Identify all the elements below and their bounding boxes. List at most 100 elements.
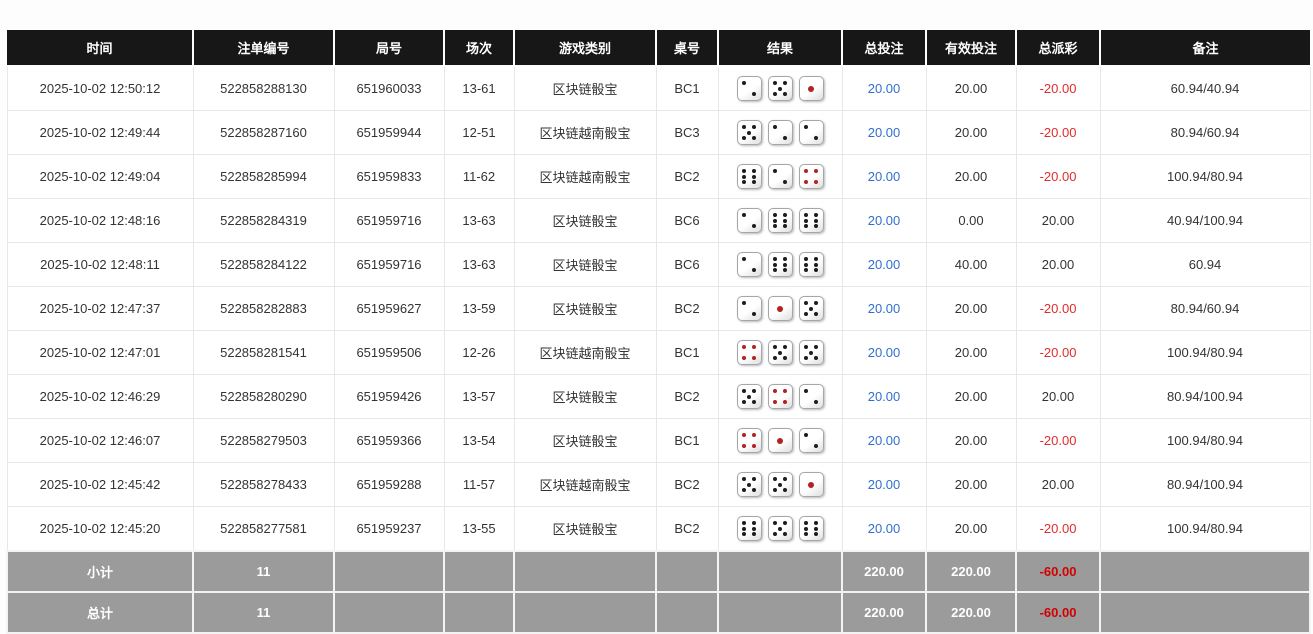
cell-bet-id: 522858278433 <box>193 463 334 507</box>
cell-game-type: 区块链骰宝 <box>514 199 656 243</box>
cell-summary-round-id <box>334 592 444 633</box>
cell-payout: -20.00 <box>1016 66 1100 111</box>
cell-summary-label: 小计 <box>7 551 193 592</box>
total-bet-link[interactable]: 20.00 <box>868 81 901 96</box>
cell-payout: -20.00 <box>1016 331 1100 375</box>
die-face-2-icon <box>799 428 824 453</box>
column-header-result: 结果 <box>718 30 842 66</box>
cell-session: 13-61 <box>444 66 514 111</box>
die-face-5-icon <box>737 120 762 145</box>
die-face-5-icon <box>768 516 793 541</box>
cell-result <box>718 507 842 552</box>
cell-total-bet: 20.00 <box>842 66 926 111</box>
cell-result <box>718 463 842 507</box>
cell-valid-bet: 20.00 <box>926 111 1016 155</box>
cell-session: 13-63 <box>444 199 514 243</box>
table-row: 2025-10-02 12:50:12522858288130651960033… <box>7 66 1310 111</box>
total-bet-link[interactable]: 20.00 <box>868 169 901 184</box>
total-bet-link[interactable]: 20.00 <box>868 433 901 448</box>
cell-time: 2025-10-02 12:47:37 <box>7 287 193 331</box>
summary-row: 小计11220.00220.00-60.00 <box>7 551 1310 592</box>
column-header-game-type: 游戏类别 <box>514 30 656 66</box>
cell-total-bet: 20.00 <box>842 375 926 419</box>
cell-session: 12-26 <box>444 331 514 375</box>
die-face-2-icon <box>799 384 824 409</box>
cell-table-no: BC1 <box>656 419 718 463</box>
cell-summary-count: 11 <box>193 592 334 633</box>
total-bet-link[interactable]: 20.00 <box>868 301 901 316</box>
total-bet-link[interactable]: 20.00 <box>868 521 901 536</box>
cell-game-type: 区块链骰宝 <box>514 507 656 552</box>
table-row: 2025-10-02 12:47:37522858282883651959627… <box>7 287 1310 331</box>
cell-payout: -20.00 <box>1016 287 1100 331</box>
cell-total-bet: 20.00 <box>842 287 926 331</box>
cell-round-id: 651959288 <box>334 463 444 507</box>
table-row: 2025-10-02 12:48:11522858284122651959716… <box>7 243 1310 287</box>
die-face-2-icon <box>799 120 824 145</box>
table-row: 2025-10-02 12:46:29522858280290651959426… <box>7 375 1310 419</box>
cell-remark: 80.94/100.94 <box>1100 375 1310 419</box>
cell-valid-bet: 20.00 <box>926 66 1016 111</box>
cell-total-bet: 20.00 <box>842 463 926 507</box>
cell-valid-bet: 20.00 <box>926 155 1016 199</box>
total-bet-link[interactable]: 20.00 <box>868 213 901 228</box>
cell-valid-bet: 40.00 <box>926 243 1016 287</box>
cell-total-bet: 20.00 <box>842 199 926 243</box>
cell-result <box>718 375 842 419</box>
column-header-payout: 总派彩 <box>1016 30 1100 66</box>
column-header-valid-bet: 有效投注 <box>926 30 1016 66</box>
cell-remark: 80.94/60.94 <box>1100 287 1310 331</box>
cell-total-bet: 20.00 <box>842 111 926 155</box>
header-row: 时间注单编号局号场次游戏类别桌号结果总投注有效投注总派彩备注 <box>7 30 1310 66</box>
bet-history-table: 时间注单编号局号场次游戏类别桌号结果总投注有效投注总派彩备注 2025-10-0… <box>6 30 1311 634</box>
die-face-2-icon <box>737 252 762 277</box>
cell-summary-valid-bet: 220.00 <box>926 592 1016 633</box>
cell-summary-payout: -60.00 <box>1016 551 1100 592</box>
total-bet-link[interactable]: 20.00 <box>868 477 901 492</box>
cell-game-type: 区块链骰宝 <box>514 287 656 331</box>
cell-payout: 20.00 <box>1016 463 1100 507</box>
cell-table-no: BC2 <box>656 287 718 331</box>
cell-round-id: 651959944 <box>334 111 444 155</box>
cell-table-no: BC1 <box>656 331 718 375</box>
cell-payout: -20.00 <box>1016 419 1100 463</box>
table-row: 2025-10-02 12:45:20522858277581651959237… <box>7 507 1310 552</box>
cell-table-no: BC3 <box>656 111 718 155</box>
cell-result <box>718 111 842 155</box>
cell-session: 13-54 <box>444 419 514 463</box>
column-header-total-bet: 总投注 <box>842 30 926 66</box>
die-face-6-icon <box>768 252 793 277</box>
cell-bet-id: 522858279503 <box>193 419 334 463</box>
die-face-5-icon <box>768 340 793 365</box>
total-bet-link[interactable]: 20.00 <box>868 345 901 360</box>
cell-time: 2025-10-02 12:49:04 <box>7 155 193 199</box>
total-bet-link[interactable]: 20.00 <box>868 125 901 140</box>
cell-remark: 100.94/80.94 <box>1100 419 1310 463</box>
die-face-1-icon <box>768 428 793 453</box>
cell-time: 2025-10-02 12:45:42 <box>7 463 193 507</box>
cell-bet-id: 522858280290 <box>193 375 334 419</box>
cell-summary-session <box>444 551 514 592</box>
cell-round-id: 651959506 <box>334 331 444 375</box>
cell-table-no: BC6 <box>656 199 718 243</box>
cell-round-id: 651959833 <box>334 155 444 199</box>
die-face-4-icon <box>799 164 824 189</box>
cell-session: 11-57 <box>444 463 514 507</box>
table-row: 2025-10-02 12:48:16522858284319651959716… <box>7 199 1310 243</box>
cell-bet-id: 522858281541 <box>193 331 334 375</box>
total-bet-link[interactable]: 20.00 <box>868 257 901 272</box>
cell-table-no: BC2 <box>656 375 718 419</box>
cell-round-id: 651959366 <box>334 419 444 463</box>
cell-payout: 20.00 <box>1016 375 1100 419</box>
total-bet-link[interactable]: 20.00 <box>868 389 901 404</box>
cell-remark: 60.94 <box>1100 243 1310 287</box>
cell-valid-bet: 20.00 <box>926 507 1016 552</box>
table-row: 2025-10-02 12:47:01522858281541651959506… <box>7 331 1310 375</box>
cell-summary-game-type <box>514 592 656 633</box>
cell-round-id: 651959716 <box>334 243 444 287</box>
cell-summary-count: 11 <box>193 551 334 592</box>
cell-game-type: 区块链越南骰宝 <box>514 111 656 155</box>
column-header-remark: 备注 <box>1100 30 1310 66</box>
cell-result <box>718 419 842 463</box>
die-face-5-icon <box>737 384 762 409</box>
